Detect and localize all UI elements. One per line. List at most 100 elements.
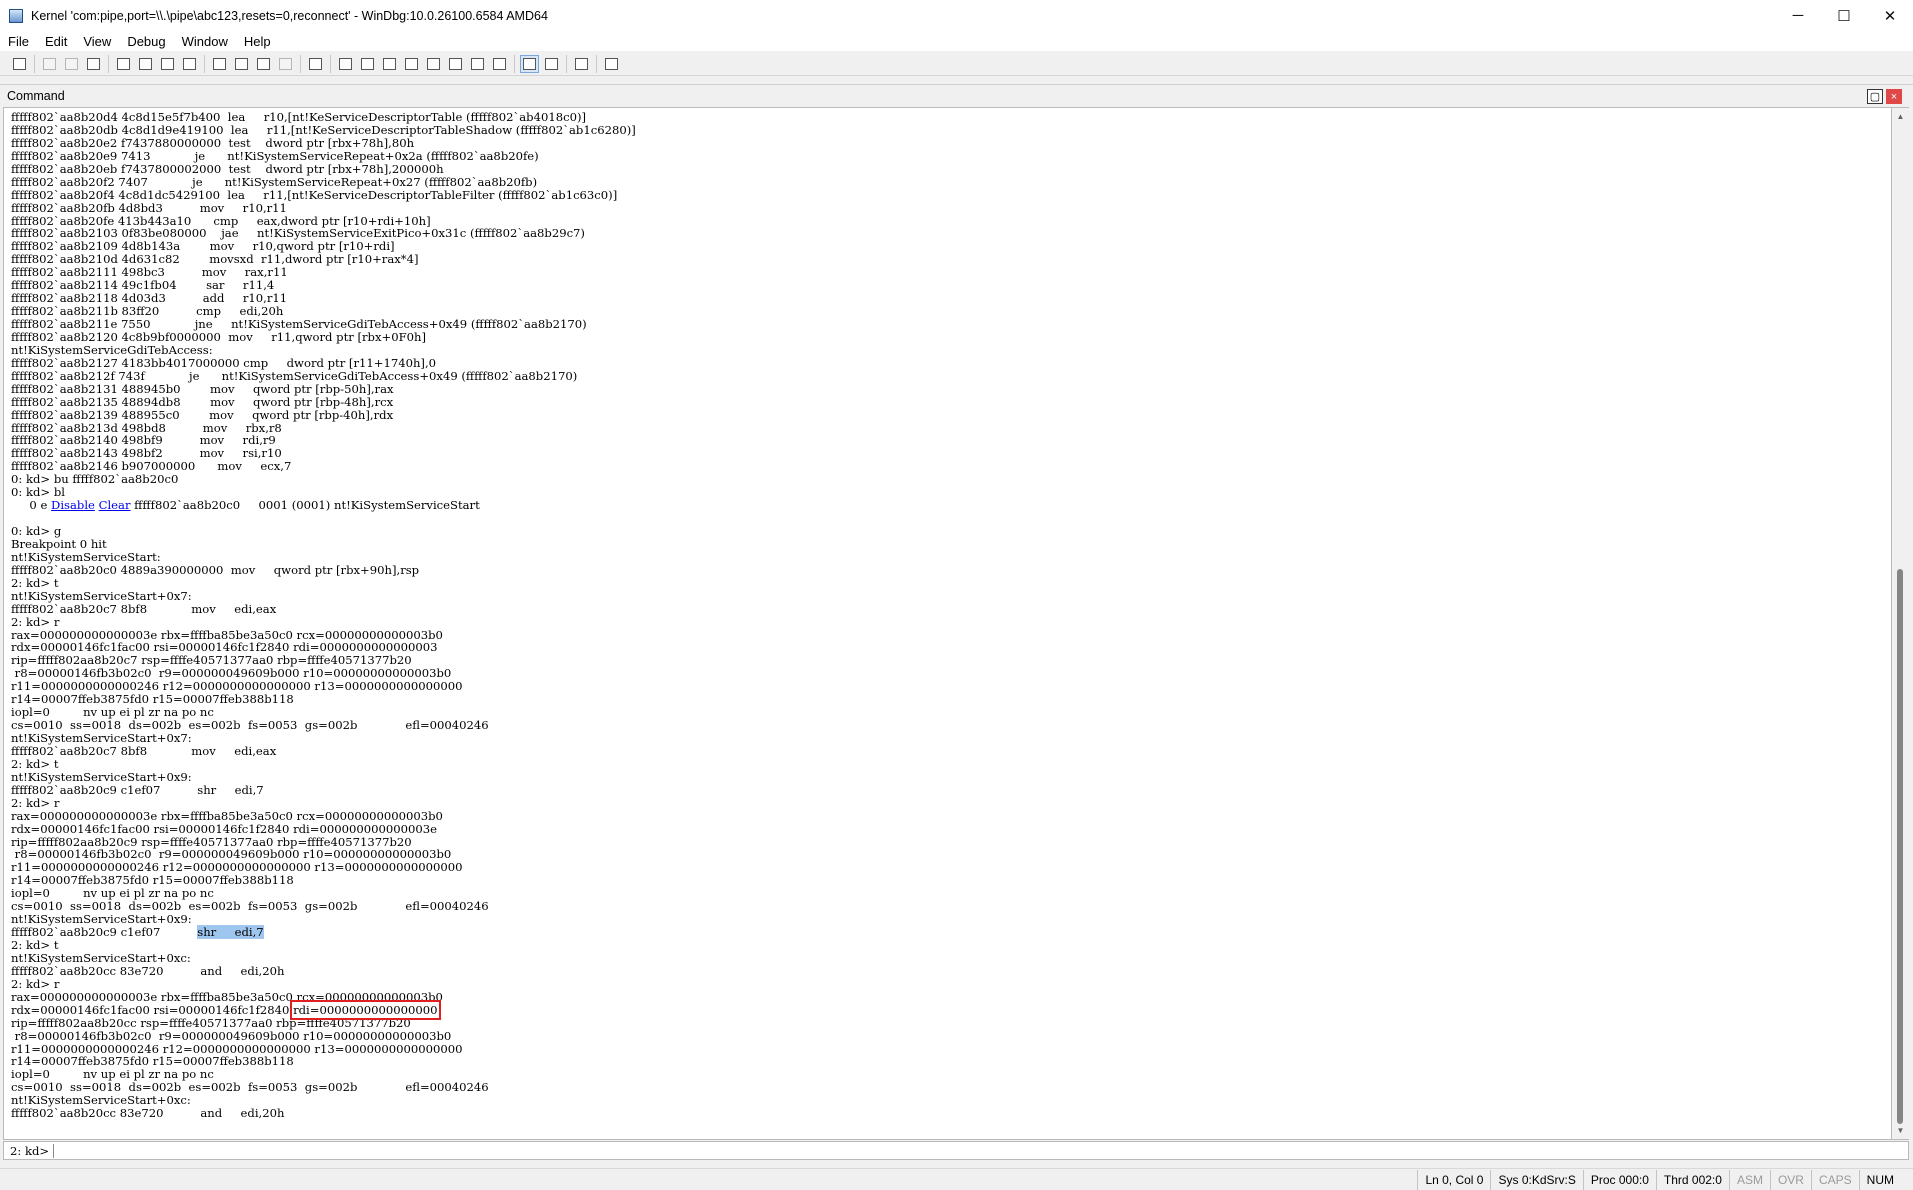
step-over-button[interactable]: [232, 55, 251, 73]
output-scrollbar[interactable]: ▲ ▼: [1892, 107, 1909, 1140]
output-line: fffff802`aa8b211e 7550 jne nt!KiSystemSe…: [11, 317, 587, 331]
memory-window-icon: [427, 57, 440, 70]
options-icon: [605, 57, 618, 70]
binary-mode-button[interactable]: [542, 55, 561, 73]
call-stack-window-icon: [449, 57, 462, 70]
output-line: rax=000000000000003e rbx=ffffba85be3a50c…: [11, 808, 443, 823]
menu-bar: File Edit View Debug Window Help: [0, 31, 1913, 51]
registers-window-button[interactable]: [402, 55, 421, 73]
command-prompt: 2: kd>: [10, 1143, 50, 1158]
minimize-button[interactable]: ─: [1775, 0, 1821, 31]
toolbar-separator: [596, 54, 597, 73]
command-output-pane[interactable]: fffff802`aa8b20d4 4c8d15e5f7b400 lea r10…: [3, 107, 1892, 1140]
output-line: fffff802`aa8b20c9 c1ef07 shr edi,7: [11, 925, 636, 940]
menu-window[interactable]: Window: [174, 34, 236, 49]
close-button[interactable]: ✕: [1867, 0, 1913, 31]
command-output: fffff802`aa8b20d4 4c8d15e5f7b400 lea r10…: [11, 111, 636, 1120]
disassembly-window-button[interactable]: [468, 55, 487, 73]
menu-debug[interactable]: Debug: [119, 34, 173, 49]
menu-view[interactable]: View: [75, 34, 119, 49]
open-button[interactable]: [10, 55, 29, 73]
break-icon: [309, 57, 322, 70]
close-pane-button[interactable]: ×: [1886, 89, 1902, 104]
output-line: fffff802`aa8b20cc 83e720 and edi,20h: [11, 1106, 285, 1121]
toolbar-separator: [514, 54, 515, 73]
status-line-col: Ln 0, Col 0: [1417, 1169, 1490, 1190]
output-line: 2: kd> t: [11, 575, 59, 590]
toolbar-separator: [108, 54, 109, 73]
toolbar-separator: [330, 54, 331, 73]
watch-window-icon: [361, 57, 374, 70]
menu-file[interactable]: File: [0, 34, 37, 49]
command-window-button[interactable]: [336, 55, 355, 73]
output-line: fffff802`aa8b20fb 4d8bd3 mov r10,r11: [11, 200, 287, 215]
restart-button[interactable]: [136, 55, 155, 73]
command-input-row: 2: kd>: [3, 1141, 1909, 1160]
scratch-pad-icon: [493, 57, 506, 70]
locals-window-button[interactable]: [380, 55, 399, 73]
font-button[interactable]: [572, 55, 591, 73]
step-out-button[interactable]: [254, 55, 273, 73]
breakpoint-details: fffff802`aa8b20c0 0001 (0001) nt!KiSyste…: [130, 498, 480, 513]
scratch-pad-button[interactable]: [490, 55, 509, 73]
output-line: 2: kd> t: [11, 938, 59, 952]
status-bar: Ln 0, Col 0 Sys 0:KdSrv:S Proc 000:0 Thrd 0…: [0, 1168, 1913, 1190]
output-line: fffff802`aa8b2127 4183bb4017000000 cmp d…: [11, 355, 437, 370]
output-line: fffff802`aa8b20eb f7437800002000 test dw…: [11, 161, 444, 176]
scroll-up-arrow-icon[interactable]: ▲: [1892, 108, 1909, 125]
status-caps: CAPS: [1810, 1169, 1859, 1190]
cut-icon: [43, 57, 56, 70]
copy-button: [62, 55, 81, 73]
break-button[interactable]: [306, 55, 325, 73]
output-line: fffff802`aa8b20c9 c1ef07 shr edi,7: [11, 782, 264, 797]
step-into-icon: [213, 57, 226, 70]
call-stack-window-button[interactable]: [446, 55, 465, 73]
output-line: Breakpoint 0 hit: [11, 536, 107, 551]
stop-debugging-button[interactable]: [158, 55, 177, 73]
stop-debugging-icon: [161, 57, 174, 70]
disasm-address-bytes: fffff802`aa8b20c9 c1ef07: [11, 925, 198, 940]
disable-breakpoint-link[interactable]: Disable: [51, 498, 95, 512]
status-ovr: OVR: [1769, 1169, 1811, 1190]
font-icon: [575, 57, 588, 70]
paste-button[interactable]: [84, 55, 103, 73]
open-icon: [13, 57, 26, 70]
output-line: fffff802`aa8b20f4 4c8d1dc5429100 lea r11…: [11, 187, 618, 202]
output-line: fffff802`aa8b20e9 7413 je nt!KiSystemSer…: [11, 148, 539, 163]
close-icon: ✕: [1883, 7, 1897, 25]
scroll-down-arrow-icon[interactable]: ▼: [1892, 1122, 1909, 1139]
float-pane-button[interactable]: ▢: [1867, 89, 1883, 104]
registers-window-icon: [405, 57, 418, 70]
clear-breakpoint-link[interactable]: Clear: [99, 498, 131, 512]
command-pane-header: Command ▢ ×: [0, 84, 1913, 107]
watch-window-button[interactable]: [358, 55, 377, 73]
output-line: fffff802`aa8b20c7 8bf8 mov edi,eax: [11, 601, 277, 616]
menu-edit[interactable]: Edit: [37, 34, 75, 49]
breakpoint-list-line: 0 e Disable Clear fffff802`aa8b20c0 0001…: [11, 499, 636, 512]
status-system: Sys 0:KdSrv:S: [1490, 1169, 1582, 1190]
options-button[interactable]: [602, 55, 621, 73]
output-line: 2: kd> r: [11, 976, 60, 991]
step-out-icon: [257, 57, 270, 70]
output-line: nt!KiSystemServiceStart+0x9:: [11, 769, 192, 784]
output-line: nt!KiSystemServiceStart:: [11, 549, 161, 564]
memory-window-button[interactable]: [424, 55, 443, 73]
menu-help[interactable]: Help: [236, 34, 279, 49]
step-over-icon: [235, 57, 248, 70]
output-line: fffff802`aa8b2120 4c8b9bf0000000 mov r11…: [11, 329, 427, 344]
step-into-button[interactable]: [210, 55, 229, 73]
scrollbar-thumb[interactable]: [1897, 569, 1903, 1124]
output-line: fffff802`aa8b20f2 7407 je nt!KiSystemSer…: [11, 174, 538, 189]
resize-grip-icon[interactable]: [1901, 1170, 1913, 1190]
detach-button[interactable]: [180, 55, 199, 73]
binary-mode-icon: [545, 57, 558, 70]
window-title: Kernel 'com:pipe,port=\\.\pipe\abc123,re…: [31, 8, 548, 23]
command-input[interactable]: [54, 1142, 1908, 1159]
maximize-button[interactable]: ☐: [1821, 0, 1867, 31]
source-mode-button[interactable]: [520, 54, 539, 73]
output-line: fffff802`aa8b20d4 4c8d15e5f7b400 lea r10…: [11, 110, 586, 124]
status-thread: Thrd 002:0: [1655, 1169, 1729, 1190]
go-button[interactable]: [114, 55, 133, 73]
output-line: fffff802`aa8b20e2 f7437880000000 test dw…: [11, 135, 415, 150]
locals-window-icon: [383, 57, 396, 70]
